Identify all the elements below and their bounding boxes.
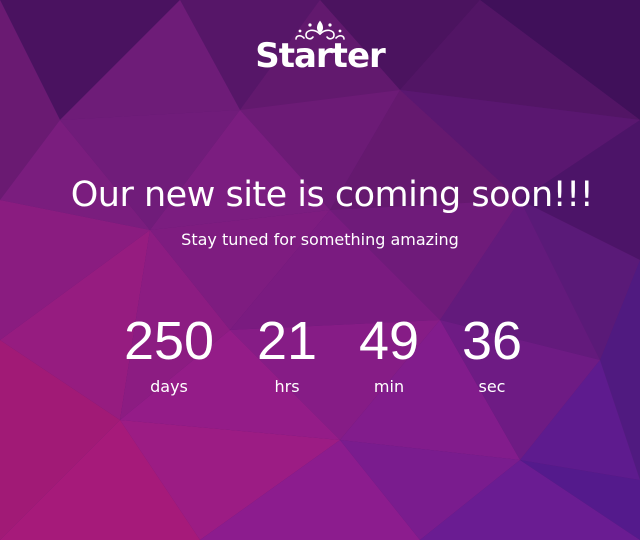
countdown-seconds: 36 sec bbox=[432, 310, 552, 398]
countdown-days-label: days bbox=[150, 377, 188, 396]
countdown-seconds-value: 36 bbox=[461, 311, 523, 371]
page-subline: Stay tuned for something amazing bbox=[181, 230, 459, 249]
site-logo: Starter bbox=[0, 20, 640, 74]
page-headline: Our new site is coming soon!!! bbox=[70, 175, 594, 215]
countdown-minutes-value: 49 bbox=[358, 311, 420, 371]
countdown-days: 250 days bbox=[109, 310, 229, 398]
countdown-timer: 250 days 21 hrs 49 min 36 sec bbox=[0, 310, 640, 410]
countdown-days-value: 250 bbox=[123, 311, 215, 371]
countdown-seconds-label: sec bbox=[478, 377, 506, 396]
polygon-background bbox=[0, 0, 640, 540]
logo-text: Starter bbox=[255, 36, 386, 76]
countdown-minutes-label: min bbox=[373, 377, 405, 396]
countdown-minutes: 49 min bbox=[329, 310, 449, 398]
